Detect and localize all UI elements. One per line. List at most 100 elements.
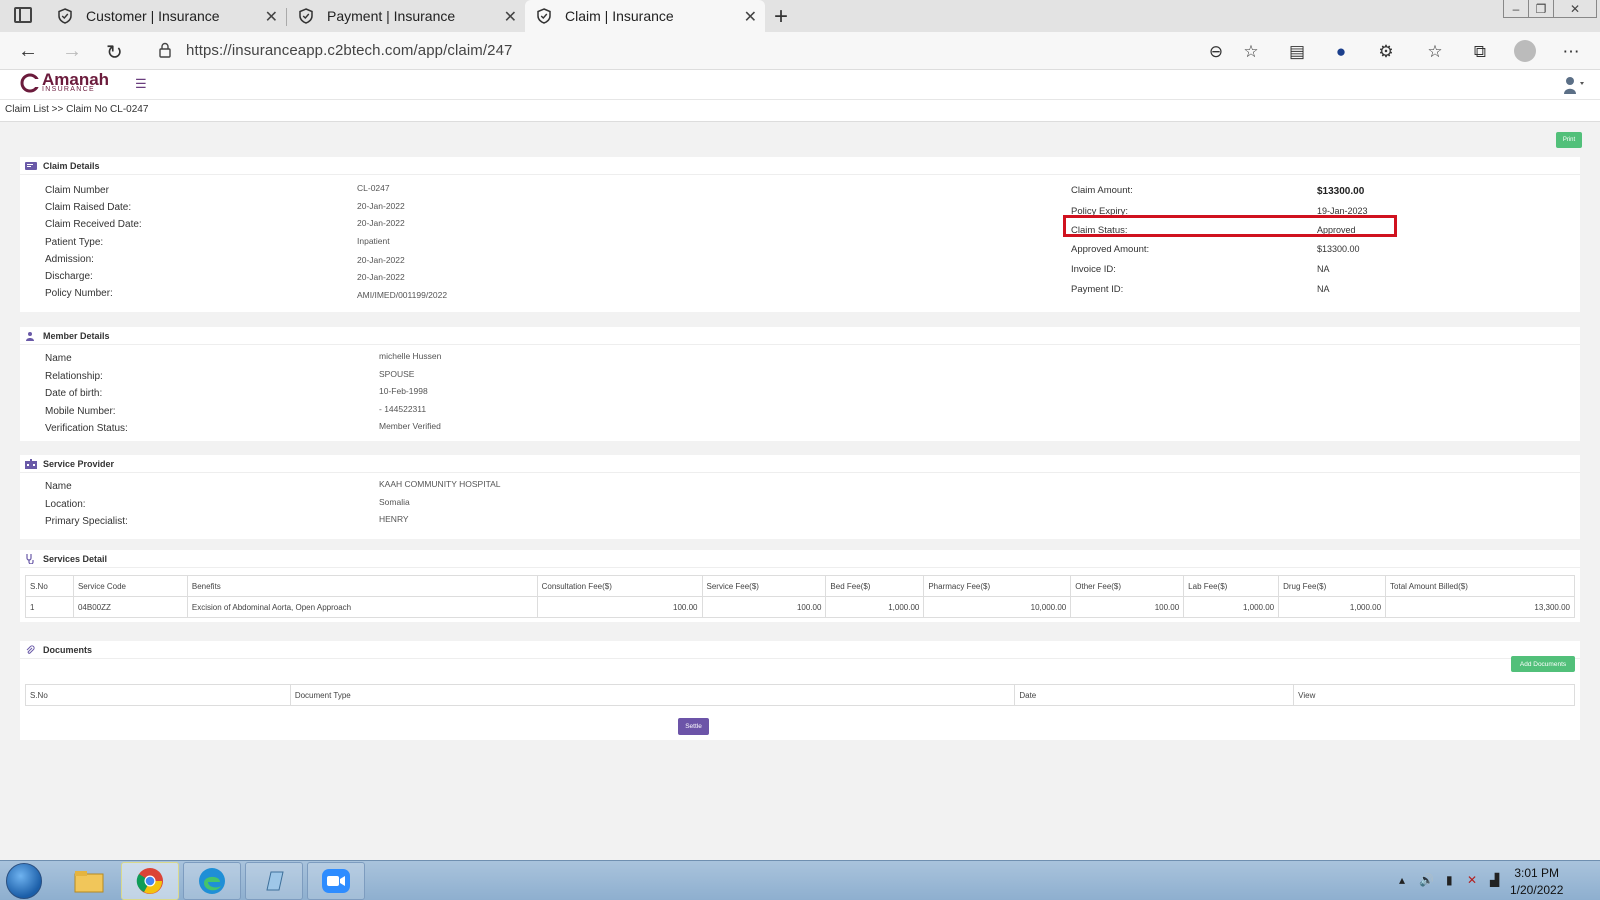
member-field-value: SPOUSE: [379, 369, 415, 379]
settle-button[interactable]: Settle: [678, 718, 709, 735]
claim-field-value: 20-Jan-2022: [357, 201, 405, 211]
new-tab-icon[interactable]: +: [774, 3, 788, 31]
add-documents-button[interactable]: Add Documents: [1511, 656, 1575, 672]
tab-claim[interactable]: Claim | Insurance ✕: [525, 0, 765, 32]
more-icon[interactable]: ⋯: [1560, 41, 1582, 63]
services-detail-card: Services Detail S.No Service Code Benefits…: [20, 550, 1580, 622]
battery-icon[interactable]: ▮: [1446, 873, 1453, 887]
breadcrumb[interactable]: Claim List >> Claim No CL-0247: [5, 104, 148, 115]
table-cell: 04B00ZZ: [72, 596, 188, 618]
claim-field-label: Policy Number:: [45, 288, 113, 299]
member-field-label: Mobile Number:: [45, 406, 116, 417]
address-bar: ← → ↻ https://insuranceapp.c2btech.com/a…: [0, 32, 1600, 70]
claim-field-label: Discharge:: [45, 271, 93, 282]
minimize-icon[interactable]: –: [1503, 0, 1529, 18]
clock[interactable]: 3:01 PM 1/20/2022: [1510, 865, 1563, 899]
close-icon[interactable]: ✕: [504, 7, 517, 27]
window-close-icon[interactable]: ✕: [1553, 0, 1597, 18]
column-header: Date: [1014, 684, 1295, 706]
claim-field-label: Patient Type:: [45, 237, 104, 248]
chrome-icon[interactable]: [121, 862, 179, 900]
profile-icon[interactable]: [1514, 40, 1536, 62]
user-avatar-icon[interactable]: [1563, 75, 1584, 94]
tab-payment[interactable]: Payment | Insurance ✕: [287, 0, 525, 32]
provider-field-value: HENRY: [379, 514, 409, 524]
member-field-value: michelle Hussen: [379, 351, 442, 361]
file-explorer-icon[interactable]: [60, 862, 118, 900]
clock-time: 3:01 PM: [1514, 866, 1560, 880]
claim-field-label: Claim Received Date:: [45, 219, 142, 230]
provider-field-value: Somalia: [379, 497, 410, 507]
card-header: Services Detail: [20, 550, 1580, 568]
app-viewport: Amanah INSURANCE ☰ Claim List >> Claim N…: [0, 70, 1600, 860]
taskbar: ▴ 🔊 ▮ ✕ ▟ 3:01 PM 1/20/2022: [0, 860, 1600, 900]
print-button[interactable]: Print: [1556, 132, 1582, 148]
browser-window: Customer | Insurance ✕ Payment | Insuran…: [0, 0, 1600, 900]
network-warning-icon[interactable]: ✕: [1467, 873, 1477, 887]
tab-bar: Customer | Insurance ✕ Payment | Insuran…: [0, 0, 1600, 32]
signal-icon[interactable]: ▟: [1490, 873, 1499, 887]
claim-icon: [25, 161, 37, 171]
claim-summary-value: $13300.00: [1317, 186, 1365, 197]
add-favorite-icon[interactable]: ☆: [1240, 41, 1262, 63]
favorites-icon[interactable]: ☆: [1424, 41, 1446, 63]
column-header: S.No: [25, 684, 291, 706]
forward-icon[interactable]: →: [62, 40, 82, 63]
table-cell: 1,000.00: [825, 596, 925, 618]
menu-icon[interactable]: ☰: [135, 76, 147, 92]
table-cell: 13,300.00: [1385, 596, 1575, 618]
column-header: Document Type: [289, 684, 1016, 706]
tray-expand-icon[interactable]: ▴: [1399, 873, 1405, 887]
shield-icon: [56, 7, 74, 25]
restore-icon[interactable]: ❐: [1528, 0, 1554, 18]
volume-icon[interactable]: 🔊: [1419, 873, 1434, 887]
column-header: Service Code: [72, 575, 188, 597]
hospital-icon: [25, 458, 37, 469]
claim-field-label: Claim Number: [45, 185, 109, 196]
tab-actions-icon[interactable]: [14, 7, 32, 23]
claim-field-value: 20-Jan-2022: [357, 255, 405, 265]
documents-card: Documents Add Documents S.No Document Typ…: [20, 641, 1580, 740]
column-header: Other Fee($): [1070, 575, 1185, 597]
clock-date: 1/20/2022: [1510, 883, 1564, 897]
claim-field-label: Claim Raised Date:: [45, 202, 132, 213]
logo-mark-icon: [20, 73, 40, 92]
back-icon[interactable]: ←: [18, 40, 38, 63]
table-row: 1 04B00ZZ Excision of Abdominal Aorta, Ope…: [25, 596, 1575, 618]
column-header: View: [1293, 684, 1575, 706]
password-manager-icon[interactable]: ●: [1330, 41, 1352, 63]
extensions-icon[interactable]: ⚙: [1375, 41, 1397, 63]
claim-field-value: AMI/IMED/001199/2022: [357, 290, 448, 300]
claim-field-value: 20-Jan-2022: [357, 218, 405, 228]
column-header: Consultation Fee($): [536, 575, 703, 597]
member-field-value: Member Verified: [379, 421, 441, 431]
collections-icon[interactable]: ⧉: [1469, 41, 1491, 63]
column-header: Total Amount Billed($): [1385, 575, 1575, 597]
close-icon[interactable]: ✕: [265, 7, 278, 27]
zoom-out-icon[interactable]: ⊖: [1205, 41, 1227, 63]
zoom-icon[interactable]: [307, 862, 365, 900]
shield-icon: [535, 7, 553, 25]
documents-title: Documents: [43, 644, 93, 655]
claim-details-title: Claim Details: [43, 160, 100, 171]
notepad-icon[interactable]: [245, 862, 303, 900]
url-field[interactable]: https://insuranceapp.c2btech.com/app/cla…: [186, 42, 512, 59]
start-button[interactable]: [6, 863, 42, 899]
edge-icon[interactable]: [183, 862, 241, 900]
logo[interactable]: Amanah INSURANCE: [20, 71, 109, 93]
person-icon: [25, 331, 37, 341]
column-header: S.No: [25, 575, 74, 597]
refresh-icon[interactable]: ↻: [106, 40, 123, 65]
tab-customer[interactable]: Customer | Insurance ✕: [46, 0, 286, 32]
provider-field-value: KAAH COMMUNITY HOSPITAL: [379, 479, 501, 489]
stethoscope-icon: [25, 553, 37, 564]
member-field-label: Relationship:: [45, 371, 103, 382]
lock-icon[interactable]: [158, 42, 172, 63]
close-icon[interactable]: ✕: [744, 7, 757, 27]
clipboard-icon[interactable]: ▤: [1286, 41, 1308, 63]
table-cell: Excision of Abdominal Aorta, Open Approa…: [186, 596, 538, 618]
column-header: Lab Fee($): [1183, 575, 1280, 597]
column-header: Benefits: [186, 575, 538, 597]
claim-summary-label: Invoice ID:: [1071, 264, 1116, 275]
column-header: Bed Fee($): [825, 575, 925, 597]
